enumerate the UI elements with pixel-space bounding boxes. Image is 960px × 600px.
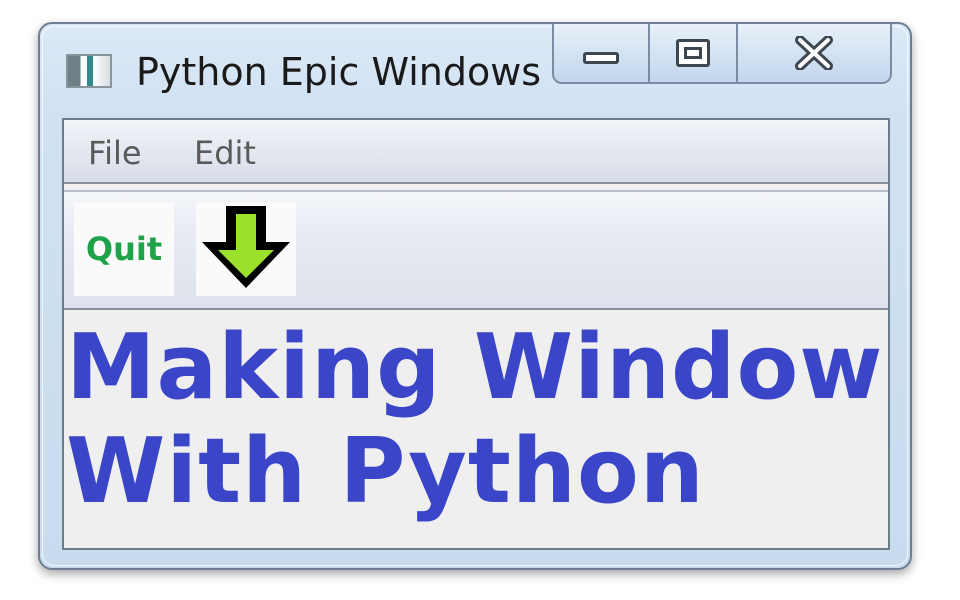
minimize-icon [583,52,619,64]
menu-edit[interactable]: Edit [194,134,256,172]
stage: Python Epic Windows File Edit Quit Makin… [0,0,960,600]
app-window-icon[interactable] [66,54,112,88]
caption-buttons [552,24,892,84]
headline-line-1: Making Windows [66,315,890,420]
maximize-icon [676,39,710,67]
minimize-button[interactable] [554,24,648,82]
menu-file[interactable]: File [88,134,142,172]
window-title: Python Epic Windows [136,50,542,94]
headline-text: Making Windows With Python [66,315,890,524]
client-area: File Edit Quit Making Windows With Python [62,118,890,550]
quit-button[interactable]: Quit [74,202,174,296]
close-button[interactable] [736,24,890,82]
content-panel: Making Windows With Python [64,310,888,548]
title-bar[interactable]: Python Epic Windows [40,24,910,114]
app-window: Python Epic Windows File Edit Quit Makin… [38,22,912,570]
close-icon [794,36,834,70]
down-arrow-button[interactable] [196,202,296,296]
menu-bar: File Edit [64,120,888,184]
down-arrow-icon [196,202,296,296]
maximize-button[interactable] [648,24,736,82]
toolbar: Quit [64,190,888,310]
headline-line-2: With Python [66,419,705,524]
